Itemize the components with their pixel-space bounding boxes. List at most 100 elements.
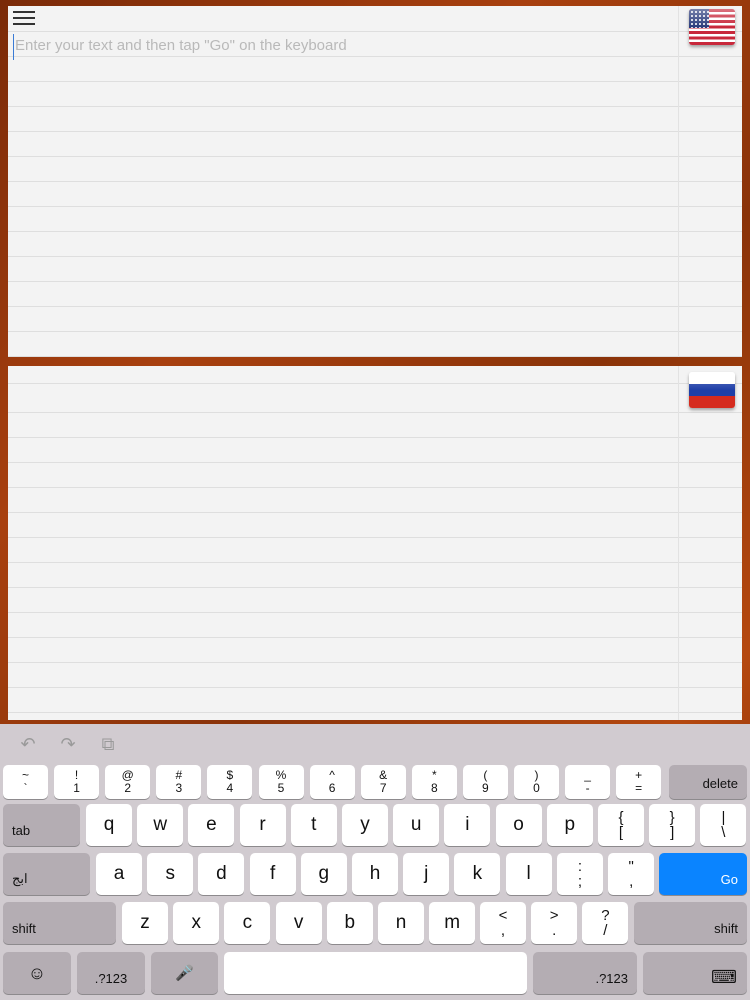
undo-icon[interactable]: ↶	[18, 734, 38, 754]
letter-key[interactable]: i	[444, 804, 491, 846]
letter-key[interactable]: j	[403, 853, 450, 895]
letter-key[interactable]: w	[137, 804, 184, 846]
russia-flag-icon[interactable]	[689, 372, 735, 408]
number-key[interactable]: $4	[207, 765, 253, 799]
letter-key[interactable]: k	[454, 853, 501, 895]
key-bottom-label: -	[585, 781, 590, 795]
letter-key[interactable]: s	[147, 853, 194, 895]
number-key[interactable]: + =	[616, 765, 662, 799]
key-bottom-label: 1	[73, 781, 80, 795]
right-shift-key[interactable]: shift	[634, 902, 747, 944]
symbol-key[interactable]: :;	[557, 853, 603, 895]
microphone-icon[interactable]: 🎤	[151, 952, 218, 994]
letter-key[interactable]: x	[173, 902, 220, 944]
key-bottom-label: ,	[629, 873, 634, 890]
language-switch-key[interactable]: ابج	[3, 853, 90, 895]
number-key[interactable]: ~ `	[3, 765, 48, 799]
letter-key[interactable]: m	[429, 902, 476, 944]
key-bottom-label: [	[618, 824, 624, 841]
letter-key[interactable]: a	[96, 853, 142, 895]
key-top-label: >	[549, 907, 559, 924]
on-screen-keyboard: ↶ ↷ ⧉ delete tab ابج Go shift shift ☺ .?…	[0, 724, 750, 1000]
number-key[interactable]: #3	[156, 765, 202, 799]
letter-key[interactable]: u	[393, 804, 440, 846]
number-key[interactable]: % 5	[258, 765, 304, 799]
symbol-key[interactable]: >.	[531, 902, 578, 944]
key-bottom-label: /	[603, 922, 608, 939]
left-shift-key[interactable]: shift	[3, 902, 116, 944]
key-top-label: }	[669, 809, 675, 826]
key-top-label: {	[618, 809, 624, 826]
letter-key[interactable]: o	[495, 804, 542, 846]
numbers-key-right[interactable]: .?123	[533, 952, 637, 994]
text-cursor	[13, 34, 14, 60]
symbol-key[interactable]: {[	[598, 804, 644, 846]
symbol-key[interactable]: }]	[649, 804, 696, 846]
number-key[interactable]: ! 1	[54, 765, 100, 799]
key-bottom-label: ;	[577, 873, 583, 890]
letter-key[interactable]: b	[326, 902, 373, 944]
letter-key[interactable]: n	[378, 902, 424, 944]
symbol-key[interactable]: <,	[480, 902, 526, 944]
number-key[interactable]: (9	[462, 765, 508, 799]
letter-key[interactable]: d	[198, 853, 245, 895]
source-text-panel[interactable]: Enter your text and then tap "Go" on the…	[8, 6, 742, 357]
key-bottom-label: 4	[226, 781, 234, 795]
key-bottom-label: 6	[328, 781, 336, 795]
paste-icon[interactable]: ⧉	[98, 734, 118, 754]
symbol-key[interactable]: | \	[700, 804, 747, 846]
key-top-label: ?	[601, 907, 610, 924]
letter-key[interactable]: y	[342, 804, 388, 846]
key-bottom-label: 9	[482, 781, 489, 795]
hide-keyboard-icon[interactable]: ⌨	[643, 952, 747, 994]
numbers-key-left[interactable]: .?123	[77, 952, 145, 994]
source-text-input[interactable]: Enter your text and then tap "Go" on the…	[15, 37, 347, 54]
key-bottom-label: 0	[533, 781, 540, 795]
go-key[interactable]: Go	[659, 853, 747, 895]
key-bottom-label: ,	[500, 922, 506, 939]
key-bottom-label: 7	[379, 781, 387, 795]
letter-key[interactable]: p	[546, 804, 593, 846]
delete-key[interactable]: delete	[669, 765, 747, 799]
number-key[interactable]: _ -	[565, 765, 611, 799]
letter-key[interactable]: t	[290, 804, 337, 846]
letter-key[interactable]: v	[275, 902, 322, 944]
number-key[interactable]: ) 0	[514, 765, 559, 799]
key-bottom-label: 5	[277, 781, 285, 795]
key-bottom-label: \	[721, 824, 726, 841]
letter-key[interactable]: z	[122, 902, 168, 944]
key-top-label: :	[577, 858, 583, 875]
key-top-label: |	[721, 809, 726, 826]
key-bottom-label: .	[552, 922, 557, 939]
number-key[interactable]: ^ 6	[309, 765, 355, 799]
margin-line	[678, 366, 679, 720]
key-bottom-label: =	[635, 781, 643, 795]
number-key[interactable]: & 7	[360, 765, 406, 799]
symbol-key[interactable]: ? /	[582, 902, 629, 944]
letter-key[interactable]: r	[239, 804, 286, 846]
space-bar[interactable]	[224, 952, 527, 994]
key-top-label: "	[628, 858, 634, 875]
letter-key[interactable]: q	[86, 804, 132, 846]
emoji-key[interactable]: ☺	[3, 952, 71, 994]
letter-key[interactable]: e	[188, 804, 235, 846]
letter-key[interactable]: c	[224, 902, 271, 944]
hamburger-menu-icon[interactable]	[13, 11, 35, 27]
key-bottom-label: 8	[430, 781, 438, 795]
key-bottom-label: 3	[175, 781, 183, 795]
letter-key[interactable]: h	[352, 853, 398, 895]
us-flag-icon[interactable]	[689, 9, 735, 45]
key-top-label: <	[498, 907, 508, 924]
translation-text-panel	[8, 366, 742, 720]
number-key[interactable]: @2	[105, 765, 151, 799]
letter-key[interactable]: l	[505, 853, 552, 895]
number-key[interactable]: * 8	[411, 765, 457, 799]
margin-line	[678, 6, 679, 357]
tab-key[interactable]: tab	[3, 804, 80, 846]
symbol-key[interactable]: ",	[608, 853, 655, 895]
letter-key[interactable]: g	[300, 853, 347, 895]
redo-icon[interactable]: ↷	[58, 734, 78, 754]
key-bottom-label: ]	[670, 824, 675, 841]
key-bottom-label: 2	[124, 781, 132, 795]
letter-key[interactable]: f	[249, 853, 296, 895]
